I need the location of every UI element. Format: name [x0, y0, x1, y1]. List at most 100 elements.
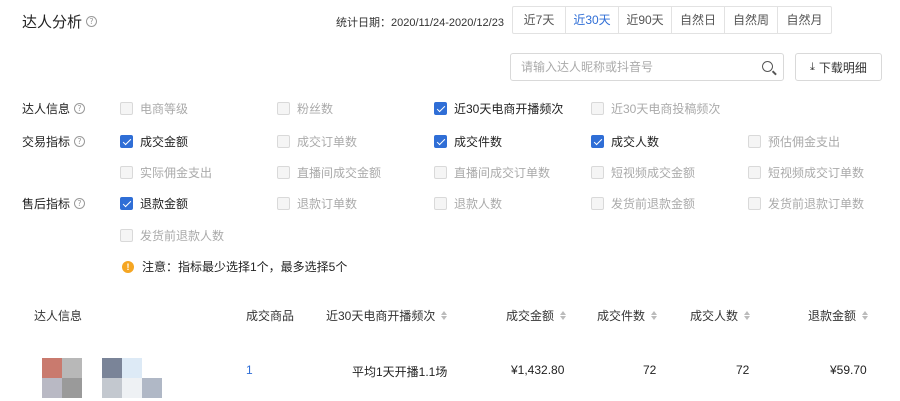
checkbox-refund-amount[interactable]: 退款金额 [120, 195, 188, 212]
checkbox-box [120, 166, 133, 179]
checkbox-label: 发货前退款人数 [140, 229, 225, 243]
checkbox-box [748, 135, 761, 148]
tab-natural-week[interactable]: 自然周 [725, 7, 778, 33]
checkbox-label: 短视频成交金额 [611, 166, 696, 180]
checkbox-video-orders[interactable]: 短视频成交订单数 [748, 164, 864, 181]
sort-icon[interactable] [651, 311, 658, 320]
cell-products[interactable]: 1 [246, 363, 253, 377]
search-box [510, 53, 784, 81]
sort-icon[interactable] [862, 311, 869, 320]
column-header-influencer: 达人信息 [34, 307, 82, 324]
checkbox-followers[interactable]: 粉丝数 [277, 100, 333, 117]
row-label-text: 交易指标 [22, 135, 71, 149]
cell-items: 72 [643, 363, 657, 377]
search-input[interactable] [511, 54, 751, 80]
checkbox-post-frequency[interactable]: 近30天电商投稿频次 [591, 100, 720, 117]
checkbox-box [120, 229, 133, 242]
checkbox-live-orders[interactable]: 直播间成交订单数 [434, 164, 550, 181]
notice-text: 注意：指标最少选择1个，最多选择5个 [142, 260, 348, 274]
checkbox-refund-orders[interactable]: 退款订单数 [277, 195, 357, 212]
checkbox-video-gmv[interactable]: 短视频成交金额 [591, 164, 695, 181]
column-header-text: 达人信息 [34, 309, 83, 323]
checkbox-estimated-commission[interactable]: 预估佣金支出 [748, 133, 840, 150]
checkbox-label: 成交件数 [454, 135, 503, 149]
help-icon[interactable]: ? [74, 103, 86, 114]
tab-7-days[interactable]: 近7天 [513, 7, 566, 33]
checkbox-box [748, 166, 761, 179]
date-range-label: 统计日期：2020/11/24-2020/12/23 [336, 17, 504, 29]
download-button[interactable]: ⤓ 下载明细 [795, 53, 882, 81]
checkbox-label: 直播间成交金额 [297, 166, 382, 180]
checkbox-items[interactable]: 成交件数 [434, 133, 502, 150]
download-label: 下载明细 [818, 60, 867, 75]
column-header-text: 退款金额 [808, 309, 857, 323]
warning-icon: ! [122, 260, 134, 273]
column-header-text: 成交件数 [597, 309, 646, 323]
checkbox-label: 短视频成交订单数 [768, 166, 865, 180]
column-header-items[interactable]: 成交件数 [597, 307, 658, 324]
help-icon[interactable]: ? [86, 16, 98, 27]
column-header-buyers[interactable]: 成交人数 [690, 307, 751, 324]
sort-icon[interactable] [744, 311, 751, 320]
checkbox-box [277, 197, 290, 210]
page-title: 达人分析 ? [22, 11, 98, 32]
checkbox-box [591, 166, 604, 179]
page-title-text: 达人分析 [22, 14, 83, 31]
column-header-text: 成交人数 [690, 309, 739, 323]
row-label-influencer: 达人信息 ? [22, 100, 86, 117]
cell-refund: ¥59.70 [830, 363, 867, 377]
checkbox-label: 发货前退款金额 [611, 197, 696, 211]
download-icon: ⤓ [810, 60, 815, 73]
checkbox-label: 近30天电商开播频次 [454, 102, 564, 116]
checkbox-box [277, 135, 290, 148]
checkbox-label: 近30天电商投稿频次 [611, 102, 721, 116]
column-header-products: 成交商品 [246, 307, 294, 324]
help-icon[interactable]: ? [74, 136, 86, 147]
search-icon[interactable] [762, 61, 773, 72]
sort-icon[interactable] [560, 311, 567, 320]
tab-90-days[interactable]: 近90天 [619, 7, 672, 33]
checkbox-box [120, 197, 133, 210]
checkbox-box [120, 102, 133, 115]
checkbox-buyers[interactable]: 成交人数 [591, 133, 659, 150]
column-header-amount[interactable]: 成交金额 [506, 307, 567, 324]
checkbox-label: 退款人数 [454, 197, 503, 211]
row-label-text: 售后指标 [22, 197, 71, 211]
checkbox-gmv[interactable]: 成交金额 [120, 133, 188, 150]
checkbox-box [591, 102, 604, 115]
tab-30-days[interactable]: 近30天 [566, 7, 619, 33]
checkbox-live-frequency[interactable]: 近30天电商开播频次 [434, 100, 563, 117]
sort-icon[interactable] [441, 311, 448, 320]
cell-frequency: 平均1天开播1.1场 [352, 365, 448, 379]
checkbox-box [591, 197, 604, 210]
checkbox-live-gmv[interactable]: 直播间成交金额 [277, 164, 381, 181]
cell-buyers: 72 [736, 363, 750, 377]
date-range-tabs: 近7天 近30天 近90天 自然日 自然周 自然月 [512, 6, 832, 34]
checkbox-label: 成交订单数 [297, 135, 358, 149]
checkbox-refund-buyers[interactable]: 退款人数 [434, 195, 502, 212]
checkbox-box [748, 197, 761, 210]
checkbox-box [434, 102, 447, 115]
checkbox-label: 电商等级 [140, 102, 189, 116]
help-icon[interactable]: ? [74, 198, 86, 209]
checkbox-preship-refund-buyers[interactable]: 发货前退款人数 [120, 227, 224, 244]
checkbox-preship-refund-orders[interactable]: 发货前退款订单数 [748, 195, 864, 212]
column-header-frequency[interactable]: 近30天电商开播频次 [326, 307, 448, 324]
checkbox-label: 粉丝数 [297, 102, 334, 116]
column-header-text: 成交商品 [246, 309, 295, 323]
checkbox-label: 预估佣金支出 [768, 135, 841, 149]
checkbox-label: 直播间成交订单数 [454, 166, 551, 180]
column-header-text: 成交金额 [506, 309, 555, 323]
tab-natural-month[interactable]: 自然月 [778, 7, 831, 33]
checkbox-preship-refund-amount[interactable]: 发货前退款金额 [591, 195, 695, 212]
tab-natural-day[interactable]: 自然日 [672, 7, 725, 33]
column-header-refund[interactable]: 退款金额 [808, 307, 869, 324]
checkbox-label: 发货前退款订单数 [768, 197, 865, 211]
checkbox-actual-commission[interactable]: 实际佣金支出 [120, 164, 212, 181]
checkbox-ecommerce-level[interactable]: 电商等级 [120, 100, 188, 117]
checkbox-orders[interactable]: 成交订单数 [277, 133, 357, 150]
checkbox-box [277, 102, 290, 115]
cell-amount: ¥1,432.80 [511, 363, 565, 377]
checkbox-label: 实际佣金支出 [140, 166, 213, 180]
header: 达人分析 ? 统计日期：2020/11/24-2020/12/23 近7天 近3… [0, 0, 900, 40]
